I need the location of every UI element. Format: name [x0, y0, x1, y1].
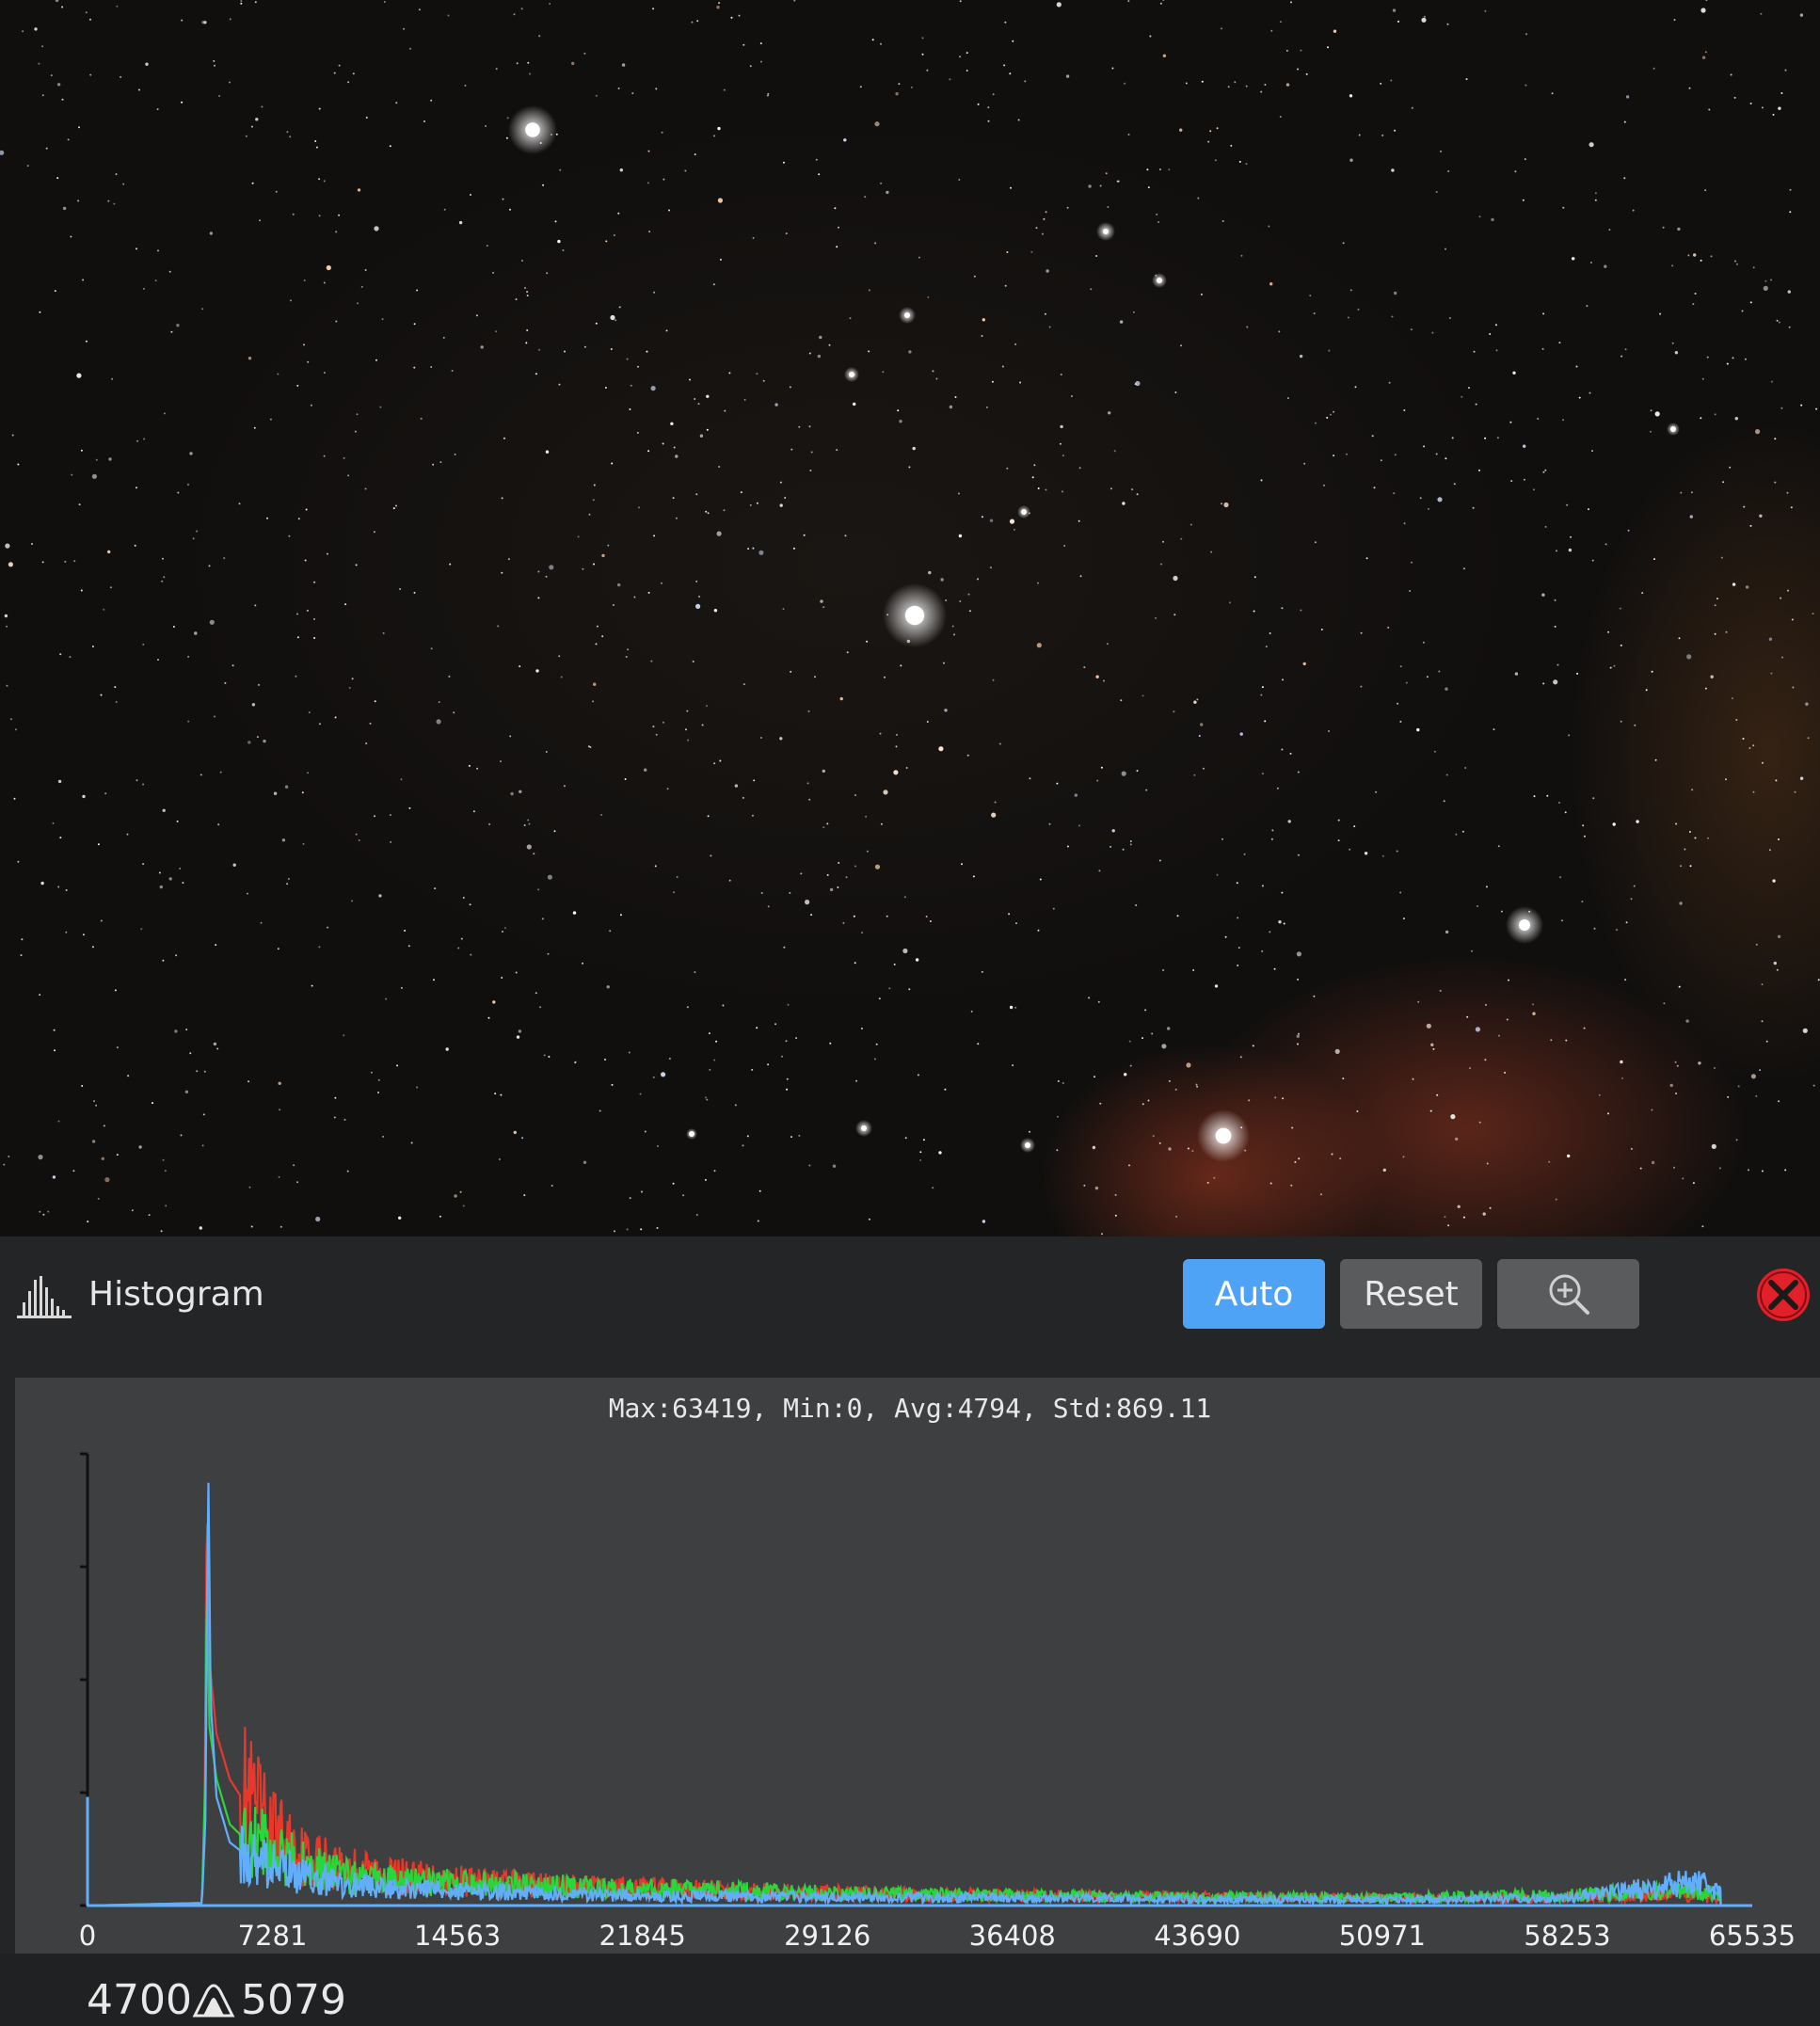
range-low-value: 4700 — [87, 1976, 192, 2024]
histogram-series-0 — [86, 1523, 1752, 1907]
x-tick-label: 14563 — [414, 1920, 501, 1952]
x-tick-label: 0 — [79, 1920, 96, 1952]
histogram-chart: 0 7281 14563 21845 29126 36408 43690 50971 58253… — [79, 1452, 1796, 1952]
x-tick-label: 7281 — [238, 1920, 308, 1952]
x-tick-label: 50971 — [1339, 1920, 1426, 1952]
x-tick-label: 43690 — [1154, 1920, 1240, 1952]
histogram-series-2 — [86, 1482, 1752, 1907]
x-tick-label: 21845 — [599, 1920, 686, 1952]
range-peak-icon — [192, 1984, 235, 2018]
x-tick-label: 58253 — [1524, 1920, 1610, 1952]
histogram-series-1 — [86, 1584, 1752, 1907]
x-tick-label: 29126 — [784, 1920, 870, 1952]
x-tick-label: 36408 — [969, 1920, 1056, 1952]
x-tick-label: 65535 — [1709, 1920, 1796, 1952]
range-high-value: 5079 — [241, 1976, 346, 2024]
